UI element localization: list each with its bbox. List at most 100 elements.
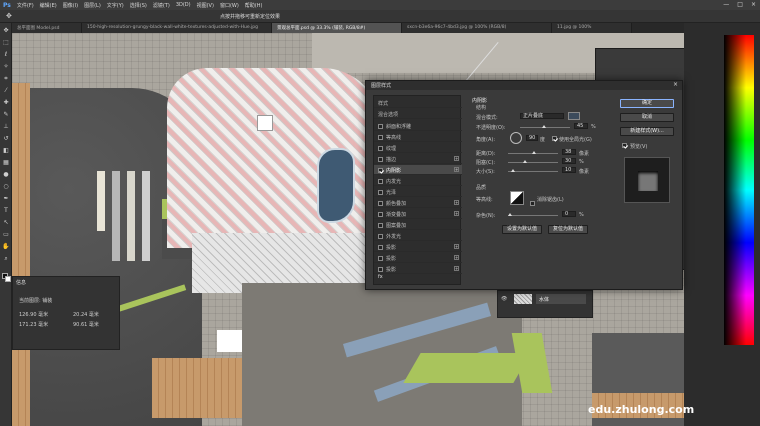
style-checkbox[interactable] (378, 244, 383, 250)
menu-item-window[interactable]: 窗口(W) (220, 2, 239, 9)
add-style-icon[interactable]: + (454, 200, 459, 205)
antialias-checkbox[interactable] (530, 201, 535, 206)
history-brush-icon[interactable]: ↺ (2, 135, 10, 143)
style-item[interactable]: 内阴影 + (374, 165, 462, 175)
magic-wand-icon[interactable]: ✧ (2, 63, 10, 71)
style-item[interactable]: 纹理 (374, 143, 462, 153)
zoom-tool-icon[interactable]: ⌕ (2, 255, 10, 263)
style-item[interactable]: 斜面和浮雕 (374, 121, 462, 131)
noise-field[interactable]: 0 (562, 211, 576, 217)
new-style-button[interactable]: 新建样式(W)... (620, 127, 674, 136)
add-style-icon[interactable]: + (454, 266, 459, 271)
style-checkbox[interactable] (378, 167, 383, 173)
tab-document[interactable]: 11.jpg @ 100% (552, 23, 632, 33)
add-style-icon[interactable]: + (454, 211, 459, 216)
style-checkbox[interactable] (378, 211, 383, 217)
ok-button[interactable]: 确定 (620, 99, 674, 108)
style-item[interactable]: 内发光 (374, 176, 462, 186)
distance-field[interactable]: 38 (562, 149, 576, 155)
tab-document[interactable]: 总平面图 Model.psd (12, 23, 82, 33)
angle-field[interactable]: 90 (526, 135, 538, 141)
noise-slider[interactable] (508, 213, 558, 216)
style-checkbox[interactable] (378, 233, 383, 239)
move-tool-icon[interactable]: ✥ (6, 12, 12, 20)
dodge-tool-icon[interactable]: ○ (2, 183, 10, 191)
maximize-button[interactable]: □ (737, 1, 743, 8)
style-checkbox[interactable] (378, 156, 383, 162)
menu-item-layer[interactable]: 图层(L) (84, 2, 101, 9)
style-item[interactable]: 描边 + (374, 154, 462, 164)
color-spectrum-bar[interactable] (724, 35, 754, 345)
style-checkbox[interactable] (378, 200, 383, 206)
contour-picker[interactable] (510, 191, 524, 205)
tab-document-active[interactable]: 景观总平面.psd @ 33.3% (铺装, RGB/8#) (272, 23, 402, 33)
style-checkbox[interactable] (378, 178, 383, 184)
style-checkbox[interactable] (378, 189, 383, 195)
marquee-tool-icon[interactable]: ⬚ (2, 39, 10, 47)
add-style-icon[interactable]: + (454, 255, 459, 260)
add-style-icon[interactable]: + (454, 156, 459, 161)
style-item[interactable]: 渐变叠加 + (374, 209, 462, 219)
menu-item-view[interactable]: 视图(V) (197, 2, 214, 9)
gradient-tool-icon[interactable]: ▦ (2, 159, 10, 167)
blur-tool-icon[interactable]: ● (2, 171, 10, 179)
layer-name[interactable]: 水体 (536, 294, 586, 304)
style-item[interactable]: 外发光 (374, 231, 462, 241)
crop-tool-icon[interactable]: ⌗ (2, 75, 10, 83)
minimize-button[interactable]: — (723, 1, 729, 8)
style-checkbox[interactable] (378, 134, 383, 140)
visibility-eye-icon[interactable]: 👁 (501, 296, 507, 302)
menu-item-edit[interactable]: 编辑(E) (40, 2, 57, 9)
shadow-color-swatch[interactable] (568, 112, 580, 120)
choke-slider[interactable] (508, 160, 558, 163)
style-item[interactable]: 光泽 (374, 187, 462, 197)
make-default-button[interactable]: 设置为默认值 (502, 225, 542, 234)
style-checkbox[interactable] (378, 145, 383, 151)
style-checkbox[interactable] (378, 266, 383, 272)
menu-item-help[interactable]: 帮助(H) (245, 2, 263, 9)
blend-options-item[interactable]: 混合选项 (374, 109, 462, 119)
eyedropper-icon[interactable]: ⁄ (2, 87, 10, 95)
background-color-swatch[interactable] (5, 276, 11, 282)
brush-tool-icon[interactable]: ✎ (2, 111, 10, 119)
tab-document[interactable]: sxcn-b3e6a-96c7-4bd3.jpg @ 100% (RGB/8) (402, 23, 552, 33)
close-icon[interactable]: × (673, 81, 678, 88)
style-item[interactable]: 图案叠加 (374, 220, 462, 230)
move-tool-icon[interactable]: ✥ (2, 27, 10, 35)
preview-checkbox[interactable] (622, 143, 627, 148)
opacity-slider[interactable] (520, 125, 570, 128)
style-item[interactable]: 投影 + (374, 242, 462, 252)
type-tool-icon[interactable]: T (2, 207, 10, 215)
style-item[interactable]: 等高线 (374, 132, 462, 142)
styles-header[interactable]: 样式 (374, 98, 462, 108)
healing-brush-icon[interactable]: ✚ (2, 99, 10, 107)
menu-item-file[interactable]: 文件(F) (17, 2, 34, 9)
angle-dial[interactable] (510, 132, 522, 144)
style-item[interactable]: 颜色叠加 + (374, 198, 462, 208)
style-checkbox[interactable] (378, 123, 383, 129)
fx-icon[interactable]: fx (378, 274, 383, 280)
global-light-checkbox[interactable] (552, 136, 557, 141)
opacity-field[interactable]: 45 (574, 123, 588, 129)
size-field[interactable]: 10 (562, 167, 576, 173)
pen-tool-icon[interactable]: ✒ (2, 195, 10, 203)
eraser-icon[interactable]: ◧ (2, 147, 10, 155)
menu-item-3d[interactable]: 3D(D) (176, 2, 191, 8)
style-item[interactable]: 投影 + (374, 264, 462, 274)
lasso-tool-icon[interactable]: ℓ (2, 51, 10, 59)
blend-mode-select[interactable]: 正片叠底 (520, 113, 564, 119)
hand-tool-icon[interactable]: ✋ (2, 243, 10, 251)
style-item[interactable]: 投影 + (374, 253, 462, 263)
size-slider[interactable] (508, 169, 558, 172)
shape-tool-icon[interactable]: ▭ (2, 231, 10, 239)
style-checkbox[interactable] (378, 222, 383, 228)
tab-document[interactable]: 150-high-resolution-grungy-black-wall-wh… (82, 23, 272, 33)
cancel-button[interactable]: 取消 (620, 113, 674, 122)
menu-item-select[interactable]: 选择(S) (130, 2, 147, 9)
menu-item-type[interactable]: 文字(Y) (107, 2, 124, 9)
choke-field[interactable]: 30 (562, 158, 576, 164)
menu-item-filter[interactable]: 滤镜(T) (153, 2, 170, 9)
add-style-icon[interactable]: + (454, 244, 459, 249)
stamp-tool-icon[interactable]: ⊥ (2, 123, 10, 131)
close-window-button[interactable]: × (751, 1, 756, 8)
